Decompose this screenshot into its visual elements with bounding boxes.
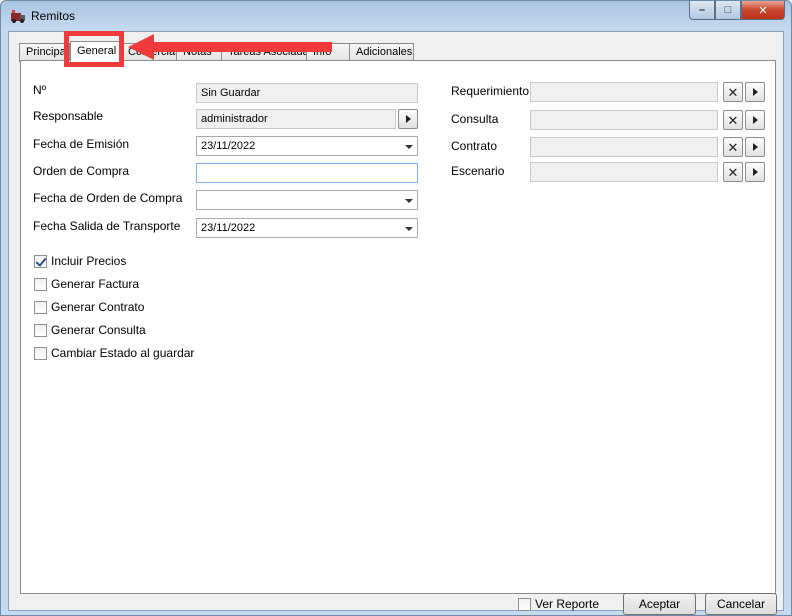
checkbox-label: Incluir Precios xyxy=(51,254,127,268)
generar-factura-checkbox[interactable]: Generar Factura xyxy=(34,277,139,291)
contrato-field xyxy=(530,137,718,157)
play-icon xyxy=(405,115,411,123)
incluir-precios-checkbox[interactable]: Incluir Precios xyxy=(34,254,126,268)
window: Remitos – □ ✕ Principal General Comercia… xyxy=(0,0,792,616)
escenario-clear-button[interactable]: ✕ xyxy=(723,162,743,182)
aceptar-button[interactable]: Aceptar xyxy=(623,593,696,615)
escenario-select-button[interactable] xyxy=(745,162,765,182)
play-icon xyxy=(752,88,758,96)
escenario-label: Escenario xyxy=(451,164,505,178)
fecha-orden-compra-dropdown[interactable] xyxy=(196,190,418,210)
client-area: Principal General Comercial Notas Tareas… xyxy=(8,31,784,615)
contrato-select-button[interactable] xyxy=(745,137,765,157)
close-button[interactable]: ✕ xyxy=(741,1,785,20)
numero-field: Sin Guardar xyxy=(196,83,418,103)
checkbox-label: Ver Reporte xyxy=(535,597,600,611)
consulta-select-button[interactable] xyxy=(745,110,765,130)
fecha-emision-value: 23/11/2022 xyxy=(201,140,256,152)
fecha-orden-compra-label: Fecha de Orden de Compra xyxy=(33,191,183,205)
checkbox-label: Generar Contrato xyxy=(51,300,145,314)
contrato-clear-button[interactable]: ✕ xyxy=(723,137,743,157)
requerimiento-clear-button[interactable]: ✕ xyxy=(723,82,743,102)
clear-icon: ✕ xyxy=(727,112,739,128)
fecha-salida-dropdown[interactable]: 23/11/2022 xyxy=(196,218,418,238)
consulta-clear-button[interactable]: ✕ xyxy=(723,110,743,130)
chevron-down-icon xyxy=(405,199,413,203)
minimize-icon: – xyxy=(698,4,706,16)
fecha-salida-value: 23/11/2022 xyxy=(201,222,256,234)
checkbox-label: Generar Consulta xyxy=(51,323,146,337)
consulta-field xyxy=(530,110,718,130)
clear-icon: ✕ xyxy=(727,164,739,180)
fecha-emision-dropdown[interactable]: 23/11/2022 xyxy=(196,136,418,156)
minimize-button[interactable]: – xyxy=(689,1,715,20)
checkbox-box[interactable] xyxy=(34,300,47,314)
play-icon xyxy=(752,116,758,124)
window-title: Remitos xyxy=(31,9,76,23)
fecha-salida-label: Fecha Salida de Transporte xyxy=(33,219,181,233)
checkbox-box[interactable] xyxy=(518,597,531,611)
contrato-label: Contrato xyxy=(451,139,498,153)
cambiar-estado-checkbox[interactable]: Cambiar Estado al guardar xyxy=(34,346,194,360)
play-icon xyxy=(752,168,758,176)
clear-icon: ✕ xyxy=(727,84,739,100)
orden-compra-input[interactable] xyxy=(196,163,418,183)
chevron-down-icon xyxy=(405,227,413,231)
play-icon xyxy=(752,143,758,151)
app-icon xyxy=(11,10,25,23)
checkbox-label: Cambiar Estado al guardar xyxy=(51,346,195,360)
checkbox-box[interactable] xyxy=(34,346,47,360)
checkbox-box[interactable] xyxy=(34,277,47,291)
clear-icon: ✕ xyxy=(727,139,739,155)
responsable-field: administrador xyxy=(196,109,396,129)
checkbox-label: Generar Factura xyxy=(51,277,140,291)
tab-general[interactable]: General xyxy=(70,41,122,63)
responsable-select-button[interactable] xyxy=(398,109,418,129)
orden-compra-label: Orden de Compra xyxy=(33,164,130,178)
fecha-emision-label: Fecha de Emisión xyxy=(33,137,130,151)
checkbox-box[interactable] xyxy=(34,254,47,268)
requerimiento-field xyxy=(530,82,718,102)
checkbox-box[interactable] xyxy=(34,323,47,337)
close-icon: ✕ xyxy=(758,4,768,17)
requerimiento-label: Requerimiento xyxy=(451,84,530,98)
generar-consulta-checkbox[interactable]: Generar Consulta xyxy=(34,323,146,337)
cancelar-button[interactable]: Cancelar xyxy=(705,593,777,615)
generar-contrato-checkbox[interactable]: Generar Contrato xyxy=(34,300,144,314)
title-bar: Remitos – □ ✕ xyxy=(1,1,791,31)
numero-label: Nº xyxy=(33,83,47,97)
general-tab-panel: Nº Sin Guardar Responsable administrador… xyxy=(20,60,776,594)
responsable-label: Responsable xyxy=(33,109,104,123)
chevron-down-icon xyxy=(405,145,413,149)
maximize-button[interactable]: □ xyxy=(715,1,741,20)
ver-reporte-checkbox[interactable]: Ver Reporte xyxy=(518,597,599,611)
consulta-label: Consulta xyxy=(451,112,499,126)
requerimiento-select-button[interactable] xyxy=(745,82,765,102)
maximize-icon: □ xyxy=(724,4,732,16)
annotation-arrow-icon xyxy=(128,34,332,60)
escenario-field xyxy=(530,162,718,182)
